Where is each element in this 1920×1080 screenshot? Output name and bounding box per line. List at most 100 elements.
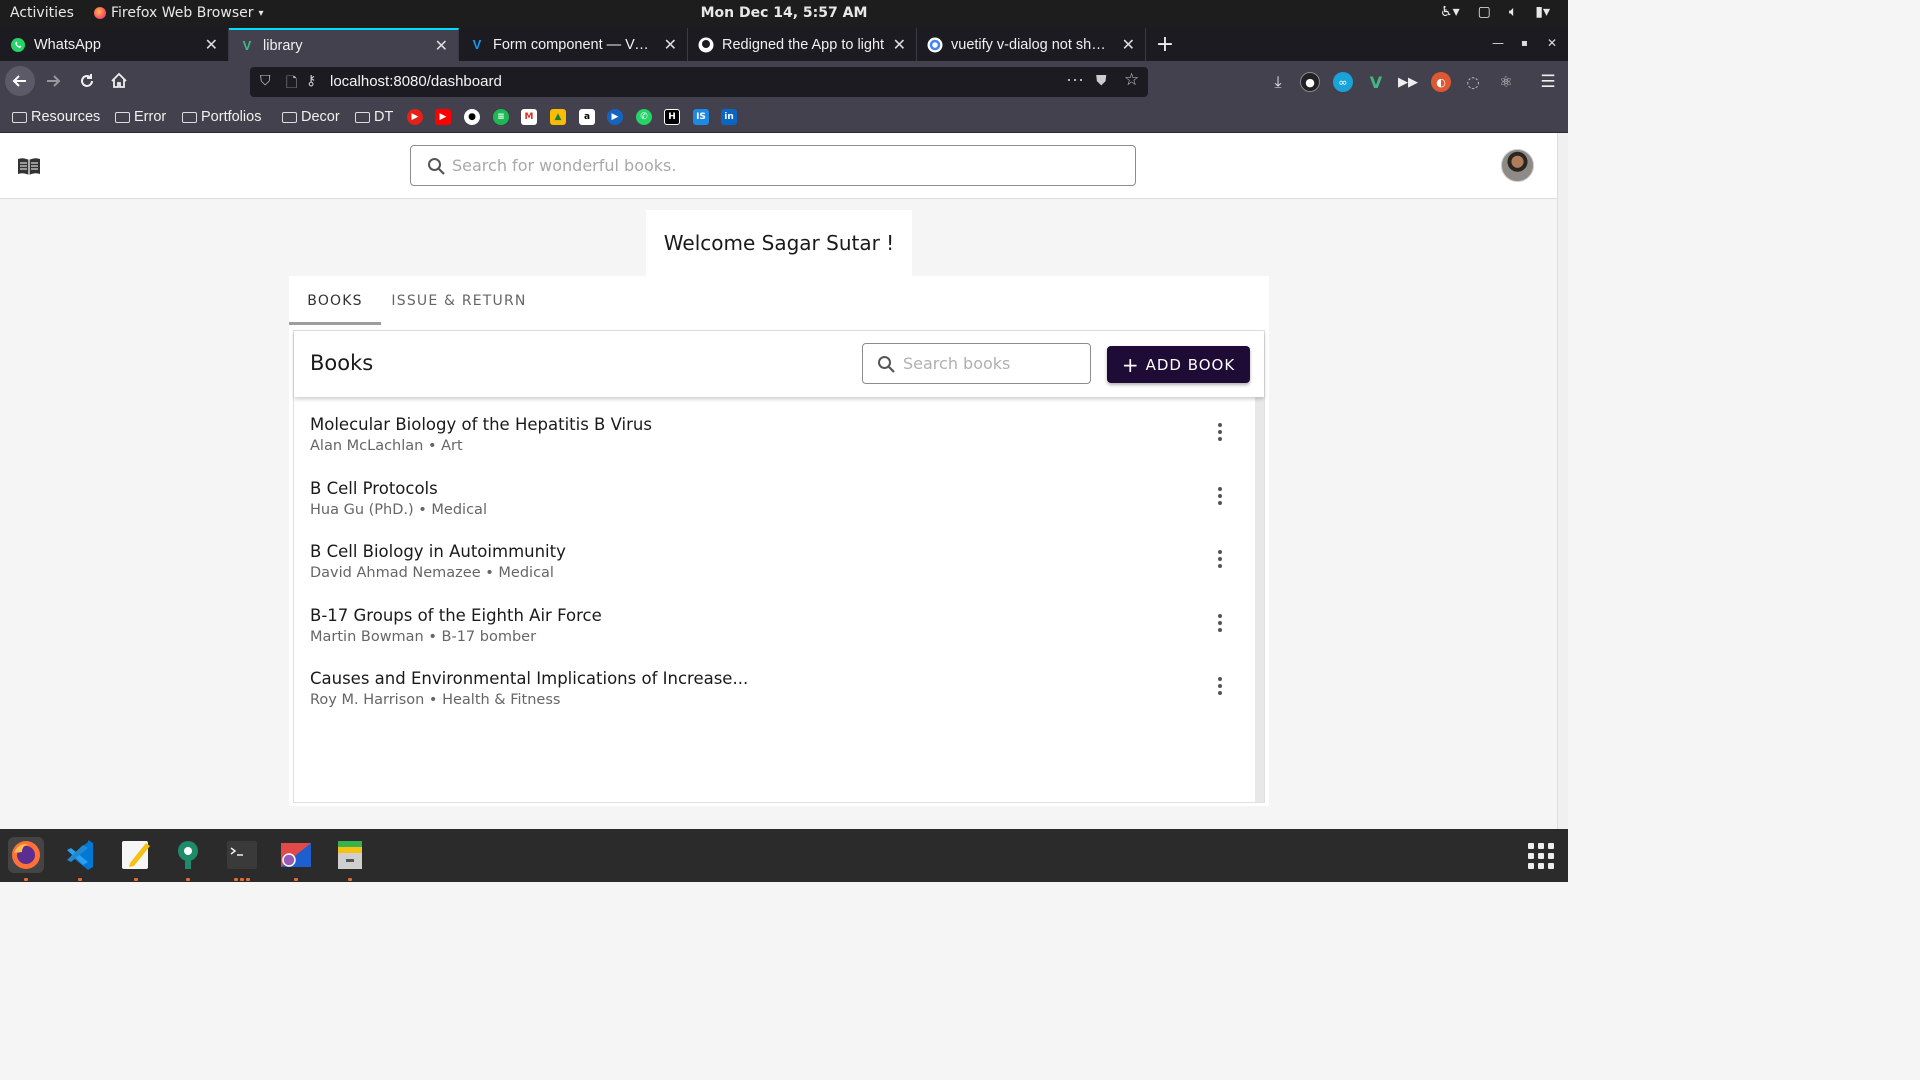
close-icon[interactable]: ✕ <box>664 35 677 55</box>
show-applications-icon[interactable] <box>1528 843 1554 869</box>
extension-infinity-icon[interactable]: ∞ <box>1333 72 1353 92</box>
more-vertical-icon[interactable] <box>1214 547 1226 571</box>
book-list-item[interactable]: B Cell Biology in Autoimmunity David Ahm… <box>294 524 1255 587</box>
minimize-icon[interactable]: — <box>1492 36 1504 50</box>
more-vertical-icon[interactable] <box>1214 484 1226 508</box>
indiastudy-icon[interactable]: IS <box>693 109 709 125</box>
tab-github[interactable]: Redigned the App to light ✕ <box>688 28 917 61</box>
github-bookmark-icon[interactable]: ● <box>464 109 480 125</box>
tab-issue-return[interactable]: ISSUE & RETURN <box>381 276 537 325</box>
tab-vuetify-form[interactable]: V Form component — Vuetify ✕ <box>459 28 688 61</box>
reload-button[interactable] <box>72 66 102 96</box>
book-list-item[interactable]: Causes and Environmental Implications of… <box>294 651 1255 714</box>
folder-icon <box>282 111 297 123</box>
page-scrollbar[interactable] <box>1557 133 1568 829</box>
home-icon <box>111 72 127 88</box>
vue-devtools-icon[interactable]: V <box>1366 72 1386 92</box>
terminal-dock-icon[interactable] <box>224 837 260 873</box>
page-content: Search for wonderful books. Welcome Saga… <box>0 133 1568 829</box>
archive-manager-dock-icon[interactable] <box>332 837 368 873</box>
react-devtools-icon[interactable]: ⚛ <box>1496 72 1516 92</box>
chat-icon[interactable]: ≡ <box>493 109 509 125</box>
bookmark-folder[interactable]: Decor <box>282 109 340 125</box>
firefox-dock-icon[interactable] <box>8 837 44 873</box>
forward-button[interactable] <box>38 66 68 96</box>
back-button[interactable] <box>5 66 35 96</box>
maximize-icon[interactable]: ▪ <box>1521 38 1528 49</box>
screenshot-tool-dock-icon[interactable] <box>278 837 314 873</box>
window-icon[interactable]: ▢ <box>1478 4 1491 20</box>
book-title: Causes and Environmental Implications of… <box>310 669 749 688</box>
play-icon[interactable]: ▶ <box>607 109 623 125</box>
url-text[interactable]: localhost:8080/dashboard <box>330 73 502 90</box>
postman-dock-icon[interactable] <box>170 837 206 873</box>
book-list-item[interactable]: B Cell Protocols Hua Gu (PhD.) • Medical <box>294 461 1255 524</box>
more-vertical-icon[interactable] <box>1214 611 1226 635</box>
more-vertical-icon[interactable] <box>1214 420 1226 444</box>
folder-icon <box>355 111 370 123</box>
hamburger-menu-icon[interactable]: ☰ <box>1538 72 1558 92</box>
page-icon[interactable]: 🗋︎ <box>286 72 297 96</box>
search-books-input[interactable]: Search books <box>862 343 1091 384</box>
vuetify-icon: V <box>472 37 482 52</box>
home-button[interactable] <box>104 66 134 96</box>
clock[interactable]: Mon Dec 14, 5:57 AM <box>0 5 1568 21</box>
linkedin-icon[interactable]: in <box>721 109 737 125</box>
bookmark-star-icon[interactable]: ☆ <box>1124 70 1139 90</box>
whatsapp-bookmark-icon[interactable]: ✆ <box>636 109 652 125</box>
book-open-icon[interactable] <box>17 157 41 181</box>
close-icon[interactable]: ✕ <box>205 35 218 55</box>
close-icon[interactable]: ✕ <box>1122 35 1135 55</box>
close-window-icon[interactable]: ✕ <box>1547 36 1557 50</box>
key-icon[interactable]: ⚷ <box>306 72 316 89</box>
shield-icon[interactable]: ⛉ <box>260 72 271 89</box>
tab-books[interactable]: BOOKS <box>289 276 381 325</box>
book-list-item[interactable]: B-17 Groups of the Eighth Air Force Mart… <box>294 588 1255 651</box>
running-indicator <box>24 878 28 881</box>
bookmark-folder[interactable]: Error <box>115 109 166 125</box>
download-icon[interactable]: ⤓ <box>1268 72 1288 92</box>
tab-whatsapp[interactable]: WhatsApp ✕ <box>0 28 229 61</box>
add-book-button[interactable]: + ADD BOOK <box>1107 346 1250 383</box>
amazon-icon[interactable]: a <box>579 109 595 125</box>
tab-title: vuetify v-dialog not showing <box>951 36 1114 53</box>
hackerrank-icon[interactable]: H <box>664 109 680 125</box>
bookmark-folder[interactable]: Resources <box>12 109 100 125</box>
battery-icon[interactable]: ▮▾ <box>1535 4 1550 20</box>
tab-library[interactable]: V library ✕ <box>229 28 459 61</box>
google-drive-icon[interactable]: ▲ <box>550 109 566 125</box>
book-list-item[interactable]: Molecular Biology of the Hepatitis B Vir… <box>294 397 1255 460</box>
fast-forward-icon[interactable]: ▶▶ <box>1398 72 1418 92</box>
accessibility-icon[interactable]: ♿︎▾ <box>1440 4 1460 20</box>
bookmark-folder[interactable]: Portfolios <box>182 109 261 125</box>
vue-icon: V <box>242 38 252 53</box>
volume-icon[interactable]: 🔈︎ <box>1509 4 1517 20</box>
new-tab-button[interactable]: + <box>1152 28 1178 61</box>
pocket-icon[interactable]: ⛊ <box>1096 72 1107 89</box>
extension-avatar-icon[interactable]: ● <box>1300 72 1320 92</box>
vscode-dock-icon[interactable] <box>62 837 98 873</box>
duckduckgo-icon[interactable]: ◐ <box>1431 72 1451 92</box>
tab-google[interactable]: vuetify v-dialog not showing ✕ <box>917 28 1146 61</box>
close-icon[interactable]: ✕ <box>435 36 448 56</box>
book-subtitle: Hua Gu (PhD.) • Medical <box>310 502 487 518</box>
text-editor-dock-icon[interactable] <box>118 837 154 873</box>
bookmark-label: DT <box>374 109 394 125</box>
youtube-icon[interactable]: ▶ <box>435 109 451 125</box>
more-icon[interactable]: ··· <box>1066 69 1084 90</box>
youtube-music-icon[interactable]: ▶ <box>407 109 423 125</box>
close-icon[interactable]: ✕ <box>893 35 906 55</box>
book-title: B-17 Groups of the Eighth Air Force <box>310 606 602 625</box>
running-indicator <box>294 878 298 881</box>
global-search-input[interactable]: Search for wonderful books. <box>410 145 1136 186</box>
book-list-scrollbar[interactable] <box>1255 397 1264 802</box>
arrow-right-icon <box>47 75 61 87</box>
gmail-icon[interactable]: M <box>521 109 537 125</box>
url-bar[interactable]: ⛉ 🗋︎ ⚷ localhost:8080/dashboard ··· ⛊ ☆ <box>250 67 1148 97</box>
system-tray[interactable]: ♿︎▾ ▢ 🔈︎ ▮▾ <box>1440 4 1550 20</box>
lightbulb-icon[interactable]: ◌ <box>1463 72 1483 92</box>
more-vertical-icon[interactable] <box>1214 674 1226 698</box>
bookmark-folder[interactable]: DT <box>355 109 393 125</box>
user-avatar[interactable] <box>1501 149 1534 182</box>
books-toolbar: Books Search books + ADD BOOK <box>294 331 1264 397</box>
